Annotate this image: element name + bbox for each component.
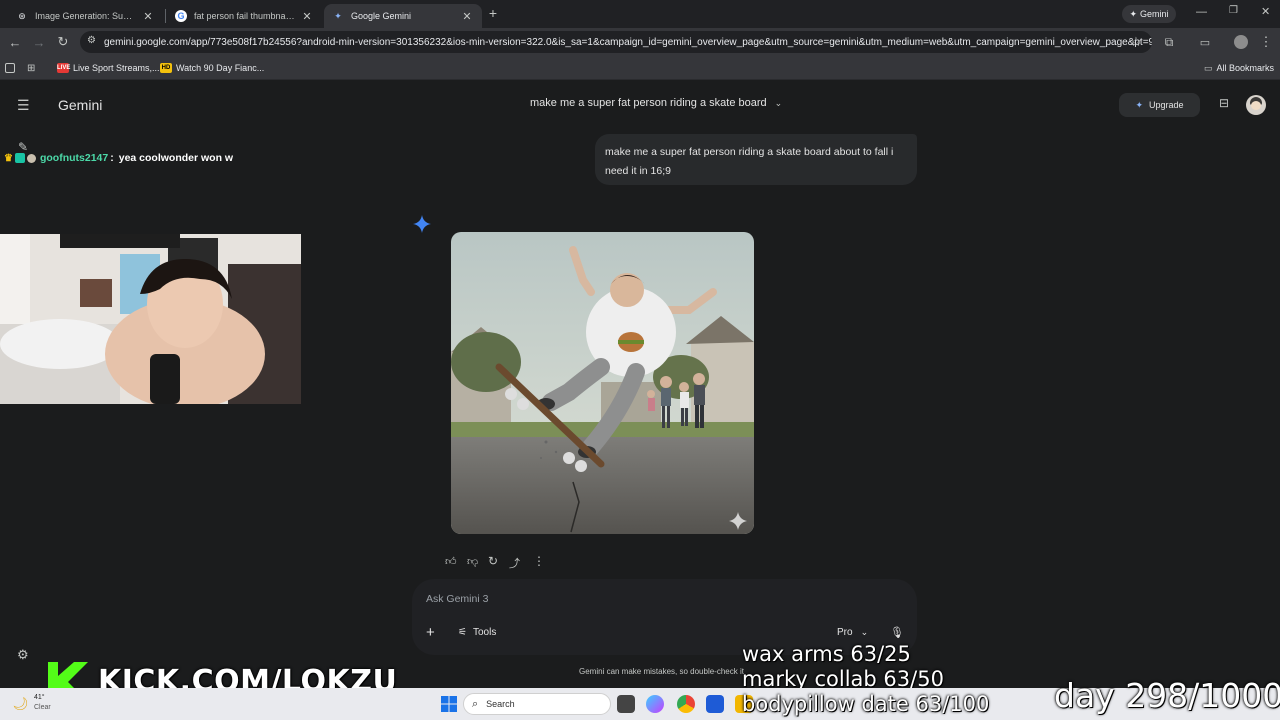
sidebar-toggle-icon[interactable]: [5, 61, 15, 75]
crown-badge-icon: ♛: [4, 152, 13, 164]
bookmark-label: Watch 90 Day Fianc...: [176, 63, 265, 73]
disclaimer-text: Gemini can make mistakes, so double-chec…: [579, 667, 744, 676]
address-bar[interactable]: ⚙ gemini.google.com/app/773e508f17b24556…: [80, 31, 1152, 53]
openai-icon: ⊛: [18, 10, 26, 21]
webcam-overlay: [0, 234, 301, 404]
weather-desc: Clear: [34, 704, 51, 711]
chat-colon: :: [110, 152, 114, 164]
new-tab-button[interactable]: +: [486, 6, 500, 20]
site-info-icon[interactable]: ⚙: [87, 35, 96, 46]
windows-start-icon[interactable]: [440, 695, 458, 713]
folder-icon: ▭: [1204, 62, 1213, 73]
chat-avatar: [26, 153, 36, 163]
subscriber-badge-icon: [14, 153, 25, 163]
goal-bodypillow-date: bodypillow date 63/100: [742, 692, 990, 716]
browser-toolbar: ← → ↻ ⚙ gemini.google.com/app/773e508f17…: [0, 28, 1280, 56]
conversation-title[interactable]: make me a super fat person riding a skat…: [530, 97, 782, 109]
gemini-chip-button[interactable]: ✦ Gemini: [1122, 5, 1176, 23]
day-counter: day 298/1000: [1054, 676, 1280, 715]
store-icon[interactable]: [706, 695, 724, 713]
tab-google-gemini[interactable]: ✦ Google Gemini ✕: [324, 4, 482, 28]
prompt-input[interactable]: Ask Gemini 3: [426, 593, 488, 605]
tools-button[interactable]: ⚟ Tools: [458, 627, 496, 638]
gemini-sparkle-icon: ✦: [334, 10, 342, 21]
bookmark-live-sport-streams[interactable]: LIVE Live Sport Streams,...: [57, 61, 160, 75]
tools-sliders-icon: ⚟: [458, 627, 467, 638]
weather-temp: 41°: [34, 694, 45, 701]
extensions-icon[interactable]: ⧉: [1160, 33, 1178, 51]
account-avatar[interactable]: [1246, 95, 1266, 115]
live-icon: LIVE: [57, 63, 71, 73]
tab-image-generation[interactable]: ⊛ Image Generation: Super Fat P ✕: [8, 4, 163, 28]
hd-icon: HD: [160, 63, 172, 73]
forward-arrow-icon[interactable]: →: [30, 33, 48, 51]
close-window-icon[interactable]: ✕: [1261, 5, 1270, 18]
upgrade-button[interactable]: ✦ Upgrade: [1119, 93, 1200, 117]
reload-icon[interactable]: ↻: [54, 33, 72, 51]
restore-icon[interactable]: ❐: [1229, 5, 1238, 16]
user-prompt-bubble: make me a super fat person riding a skat…: [595, 134, 917, 185]
minimize-icon[interactable]: —: [1196, 6, 1207, 18]
temporary-chat-icon[interactable]: ⊟: [1219, 96, 1229, 110]
browser-tab-strip: ⊛ Image Generation: Super Fat P ✕ G fat …: [0, 0, 1280, 28]
thumbs-down-icon[interactable]: 👎︎: [467, 555, 478, 568]
copilot-icon[interactable]: [646, 695, 664, 713]
profile-avatar[interactable]: [1234, 35, 1248, 49]
tab-divider: [165, 9, 166, 23]
tools-label: Tools: [472, 627, 497, 638]
gemini-sparkle-icon: ✦: [1129, 8, 1138, 19]
close-tab-icon[interactable]: ✕: [460, 10, 474, 23]
settings-gear-icon[interactable]: ⚙: [17, 647, 29, 663]
chevron-down-icon: ⌄: [774, 97, 783, 108]
share-icon[interactable]: ⤴: [509, 555, 520, 571]
apps-grid-icon[interactable]: ⊞: [27, 61, 35, 75]
gemini-response-sparkle-icon: [413, 215, 431, 233]
google-icon: G: [175, 10, 187, 22]
more-menu-icon[interactable]: ⋮: [1257, 33, 1275, 51]
gemini-chip-label: Gemini: [1140, 9, 1169, 19]
model-label: Pro: [837, 627, 853, 638]
all-bookmarks-button[interactable]: ▭ All Bookmarks: [1204, 61, 1274, 75]
chevron-down-icon: ⌄: [860, 627, 869, 637]
all-bookmarks-label: All Bookmarks: [1216, 63, 1275, 73]
upgrade-label: Upgrade: [1149, 100, 1184, 110]
conversation-title-text: make me a super fat person riding a skat…: [530, 97, 767, 109]
goal-wax-arms: wax arms 63/25: [742, 642, 911, 666]
chrome-icon[interactable]: [677, 695, 695, 713]
cast-icon[interactable]: ▭: [1196, 33, 1214, 51]
search-icon: ⌕: [472, 697, 479, 710]
bookmark-label: Live Sport Streams,...: [73, 63, 160, 73]
thumbs-up-icon[interactable]: 👍︎: [445, 555, 457, 568]
weather-moon-icon[interactable]: 🌙︎: [12, 696, 29, 712]
tab-google-search[interactable]: G fat person fail thumbnail - Goo ✕: [167, 4, 322, 28]
close-tab-icon[interactable]: ✕: [141, 10, 155, 23]
chat-username: goofnuts2147: [39, 152, 109, 164]
bookmarks-bar: ⊞ LIVE Live Sport Streams,... HD Watch 9…: [0, 56, 1280, 80]
back-arrow-icon[interactable]: ←: [6, 33, 24, 51]
task-view-icon[interactable]: [617, 695, 635, 713]
microphone-icon[interactable]: 🎙︎: [890, 626, 904, 639]
chat-text: yea coolwonder won w: [118, 152, 234, 164]
tab-title: fat person fail thumbnail - Goo: [194, 11, 296, 21]
gemini-brand: Gemini: [58, 97, 103, 113]
sparkle-icon: ✦: [1135, 99, 1143, 110]
main-menu-icon[interactable]: ☰: [17, 97, 30, 114]
tab-title: Image Generation: Super Fat P: [35, 11, 137, 21]
generated-image[interactable]: [451, 232, 754, 534]
more-options-icon[interactable]: ⋮: [533, 554, 545, 568]
stream-chat-message: ♛ goofnuts2147: yea coolwonder won w: [4, 152, 233, 164]
taskbar-search-label: Search: [486, 699, 515, 709]
model-selector[interactable]: Pro ⌄: [837, 627, 868, 638]
tab-title: Google Gemini: [351, 11, 412, 21]
regenerate-icon[interactable]: ↻: [488, 554, 498, 568]
bookmark-90-day-fiance[interactable]: HD Watch 90 Day Fianc...: [160, 61, 264, 75]
add-attachment-icon[interactable]: +: [426, 624, 435, 641]
url-text: gemini.google.com/app/773e508f17b24556?a…: [104, 36, 1152, 48]
taskbar-search[interactable]: ⌕ Search: [463, 693, 611, 715]
bookmark-star-icon[interactable]: ☆: [1127, 33, 1145, 51]
close-tab-icon[interactable]: ✕: [300, 10, 314, 23]
